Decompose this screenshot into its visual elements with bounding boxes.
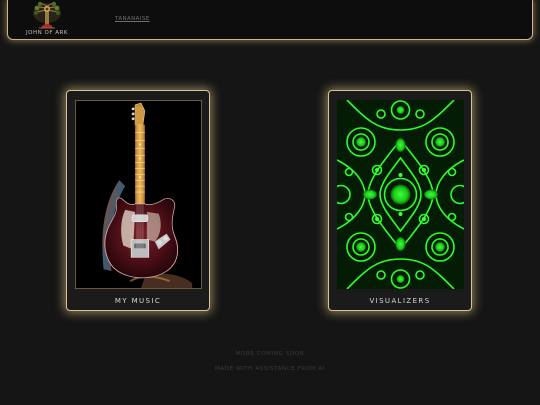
visualizers-card[interactable]: VISUALIZERS <box>328 90 472 311</box>
site-logo[interactable]: JOHN OF ARK <box>24 1 70 37</box>
visualizers-label: VISUALIZERS <box>369 297 431 305</box>
guitar-image <box>75 100 202 289</box>
my-music-card[interactable]: MY MUSIC <box>66 90 210 311</box>
my-music-label: MY MUSIC <box>114 297 162 305</box>
ai-credit-text: MADE WITH ASSISTANCE FROM AI <box>215 366 325 372</box>
site-header: JOHN OF ARK TANANAISE <box>7 0 533 40</box>
coming-soon-text: MORE COMING SOON <box>235 351 305 357</box>
logo-text: JOHN OF ARK <box>26 30 68 36</box>
visualizer-image <box>337 100 464 289</box>
tree-emblem-icon <box>33 1 61 29</box>
nav-link[interactable]: TANANAISE <box>115 16 150 22</box>
